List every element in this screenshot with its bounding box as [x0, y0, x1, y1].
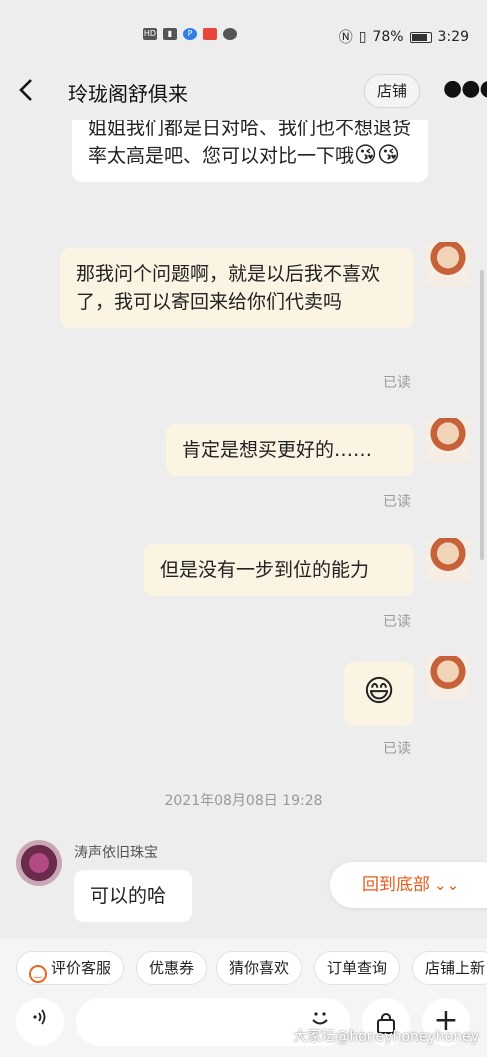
chip-label: 猜你喜欢: [229, 959, 290, 977]
sender-name: 涛声依旧珠宝: [74, 845, 158, 861]
battery-percent: 78%: [372, 29, 404, 45]
avatar[interactable]: [426, 242, 470, 286]
clock: 3:29: [437, 29, 469, 45]
chip-label: 优惠券: [149, 959, 195, 977]
hd-icon: HD: [143, 28, 157, 40]
chat-icon: [223, 28, 237, 40]
avatar[interactable]: [426, 418, 470, 462]
avatar[interactable]: [426, 656, 470, 700]
chevron-left-icon[interactable]: [16, 76, 48, 108]
watermark: 大家坛@honeyhoneyhoney: [293, 1029, 479, 1045]
chip-order-query[interactable]: 订单查询: [314, 951, 401, 985]
chat-header: 玲珑阁舒俱来 店铺 ●●●: [0, 64, 487, 120]
status-right: Ⓝ ▯ 78% 3:29: [339, 27, 469, 47]
message-outgoing-emoji: 😄: [344, 662, 414, 726]
chip-label: 店铺上新: [425, 959, 486, 977]
chip-rate-service[interactable]: ‿ 评价客服: [16, 951, 125, 985]
laughing-emoji: 😄: [363, 674, 395, 709]
more-icon[interactable]: ●●●: [443, 74, 487, 104]
scrollbar[interactable]: [480, 270, 484, 560]
shop-button[interactable]: 店铺: [364, 74, 420, 108]
chip-new-arrivals[interactable]: 店铺上新: [412, 951, 487, 985]
quick-chips: ‿ 评价客服 优惠券 猜你喜欢 订单查询 店铺上新: [0, 938, 487, 998]
message-text: 可以的哈: [90, 885, 167, 907]
message-outgoing: 肯定是想买更好的……: [166, 424, 414, 476]
avatar[interactable]: [426, 538, 470, 582]
app-icon-blue: P: [183, 28, 197, 40]
message-text: 那我问个问题啊，就是以后我不喜欢了，我可以寄回来给你们代卖吗: [76, 263, 381, 313]
vibrate-icon: ▯: [358, 29, 367, 45]
smile-icon: ‿: [29, 965, 47, 983]
signal-icon: ▮: [163, 28, 177, 40]
double-chevron-down-icon: ⌄⌄: [434, 876, 460, 894]
chip-coupon[interactable]: 优惠券: [136, 951, 208, 985]
read-receipt: 已读: [383, 614, 411, 630]
status-left-icons: HD ▮ P: [143, 28, 237, 40]
message-outgoing: 那我问个问题啊，就是以后我不喜欢了，我可以寄回来给你们代卖吗: [60, 248, 414, 328]
message-text: 肯定是想买更好的……: [182, 439, 373, 461]
voice-icon[interactable]: [16, 998, 64, 1046]
read-receipt: 已读: [383, 494, 411, 510]
message-text: 但是没有一步到位的能力: [160, 559, 370, 581]
kiss-emoji: 😘😘: [354, 143, 400, 168]
sender-avatar[interactable]: [16, 840, 62, 886]
timestamp: 2021年08月08日 19:28: [164, 793, 323, 809]
read-receipt: 已读: [383, 741, 411, 757]
nfc-icon: Ⓝ: [338, 30, 353, 46]
chip-label: 订单查询: [327, 959, 388, 977]
scroll-to-bottom-label: 回到底部: [362, 875, 430, 895]
chat-title: 玲珑阁舒俱来: [68, 82, 188, 106]
scroll-to-bottom-button[interactable]: 回到底部 ⌄⌄: [330, 862, 487, 908]
battery-icon: [409, 31, 432, 43]
chip-recommend[interactable]: 猜你喜欢: [216, 951, 303, 985]
chip-label: 评价客服: [51, 959, 112, 977]
read-receipt: 已读: [383, 375, 411, 391]
status-bar: HD ▮ P Ⓝ ▯ 78% 3:29: [0, 0, 487, 64]
message-incoming: 姐姐我们都是日对哈、我们也不想退货率太高是吧、您可以对比一下哦😘😘: [72, 120, 428, 182]
chat-area[interactable]: 姐姐我们都是日对哈、我们也不想退货率太高是吧、您可以对比一下哦😘😘 那我问个问题…: [0, 120, 487, 938]
message-outgoing: 但是没有一步到位的能力: [144, 544, 414, 596]
message-incoming: 可以的哈: [74, 870, 192, 922]
app-icon-red: [203, 28, 217, 40]
